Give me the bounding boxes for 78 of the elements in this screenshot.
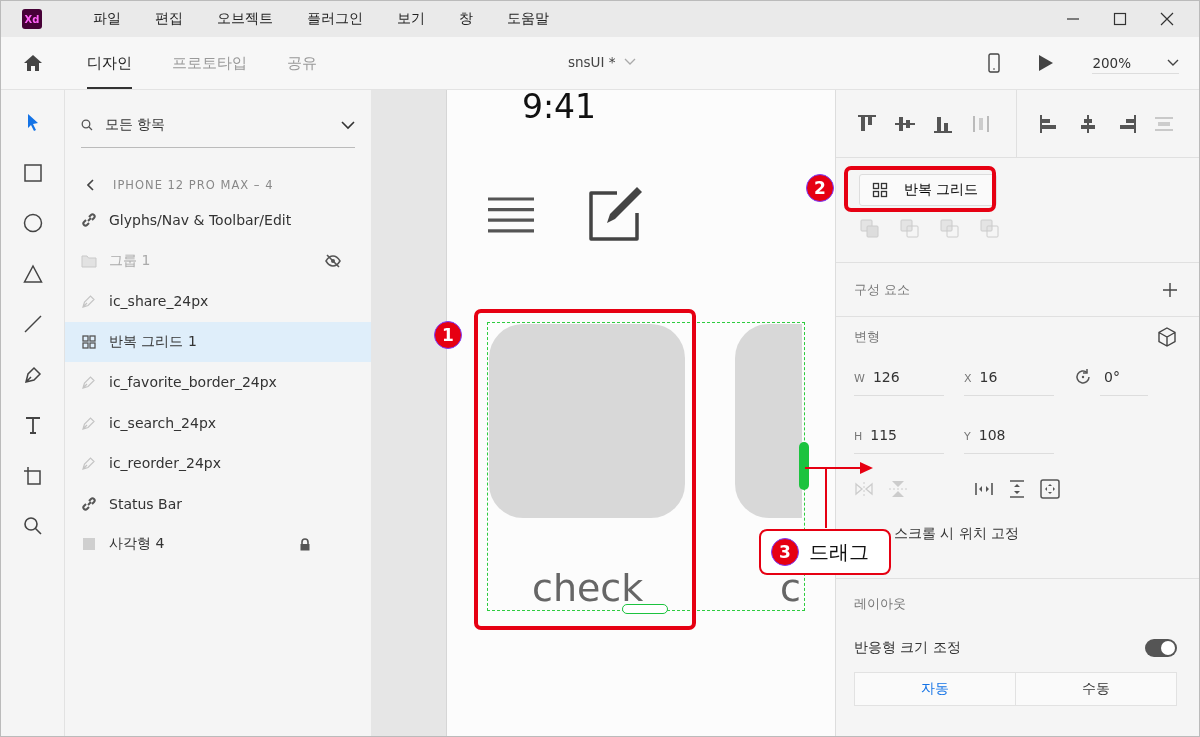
- grid-icon: [81, 333, 97, 350]
- layer-item[interactable]: Glyphs/Nav & Toolbar/Edit: [65, 200, 371, 241]
- width-field[interactable]: W 126: [854, 368, 944, 396]
- play-icon[interactable]: [1038, 54, 1055, 72]
- zoom-tool-icon[interactable]: [22, 516, 43, 536]
- chevron-down-icon: [341, 120, 355, 130]
- menu-item[interactable]: 오브젝트: [200, 10, 290, 28]
- chevron-down-icon: [1167, 58, 1179, 67]
- document-title[interactable]: snsUI *: [568, 54, 616, 70]
- link-icon: [81, 212, 97, 229]
- rect-tool-icon[interactable]: [22, 162, 43, 183]
- search-field[interactable]: 모든 항목: [81, 103, 355, 148]
- callout-text: 드래그: [809, 539, 869, 566]
- menu-item[interactable]: 파일: [76, 10, 138, 28]
- home-icon[interactable]: [23, 54, 43, 72]
- step-marker: 3: [771, 538, 799, 566]
- layer-item[interactable]: Status Bar: [65, 483, 371, 524]
- menu-item[interactable]: 창: [442, 10, 490, 28]
- checkbox-label: 스크롤 시 위치 고정: [894, 525, 1020, 543]
- search-icon: [81, 119, 93, 131]
- add-icon[interactable]: [1163, 282, 1177, 297]
- toggle-label: 반응형 크기 조정: [854, 639, 961, 657]
- phone-icon[interactable]: [988, 53, 1001, 73]
- status-time: 9:41: [522, 90, 597, 126]
- layer-item[interactable]: ic_reorder_24px: [65, 443, 371, 484]
- app-logo: Xd: [22, 9, 42, 29]
- layer-item[interactable]: ic_favorite_border_24px: [65, 362, 371, 403]
- section-heading: 레이아웃: [854, 596, 906, 611]
- hidden-eye-icon[interactable]: [325, 253, 341, 268]
- layer-item[interactable]: ic_search_24px: [65, 402, 371, 443]
- card-label: check: [532, 565, 644, 612]
- height-field[interactable]: H 115: [854, 426, 944, 454]
- pen-icon: [81, 374, 97, 391]
- segment-button[interactable]: 수동: [1015, 673, 1176, 705]
- section-heading: 변형: [854, 328, 880, 346]
- grid-icon: [872, 182, 888, 198]
- menu-item[interactable]: 도움말: [490, 10, 566, 28]
- align-icon[interactable]: [856, 113, 878, 134]
- pen-icon: [81, 414, 97, 431]
- cube-icon[interactable]: [1157, 327, 1177, 347]
- back-icon[interactable]: [87, 179, 95, 191]
- fit-icon[interactable]: [1040, 479, 1060, 499]
- menu-icon: [487, 197, 535, 233]
- pen-icon: [81, 455, 97, 472]
- rotate-icon: [1074, 368, 1092, 386]
- link-icon: [81, 495, 97, 512]
- menu-item[interactable]: 편집: [138, 10, 200, 28]
- artboard-name: IPHONE 12 PRO MAX – 4: [113, 178, 274, 192]
- square-icon: [81, 536, 97, 553]
- section-heading: 구성 요소: [854, 280, 911, 299]
- ellipse-tool-icon[interactable]: [22, 213, 43, 233]
- x-field[interactable]: X 16: [964, 368, 1054, 396]
- layer-item[interactable]: 반복 그리드 1: [65, 321, 371, 362]
- pen-icon: [81, 293, 97, 310]
- rotation-field[interactable]: 0°: [1100, 368, 1148, 396]
- layer-item[interactable]: ic_share_24px: [65, 281, 371, 322]
- card-label: cl: [780, 565, 802, 612]
- menu-item[interactable]: 보기: [380, 10, 442, 28]
- row-resize-handle[interactable]: [622, 604, 668, 614]
- folder-icon: [81, 252, 97, 269]
- line-tool-icon[interactable]: [22, 314, 43, 334]
- column-resize-handle[interactable]: [799, 442, 809, 490]
- menu-item[interactable]: 플러그인: [290, 10, 380, 28]
- maximize-icon[interactable]: [1113, 12, 1127, 26]
- close-icon[interactable]: [1160, 12, 1174, 26]
- fix-width-icon[interactable]: [974, 481, 994, 497]
- edit-icon: [587, 185, 645, 243]
- fix-height-icon[interactable]: [1008, 479, 1026, 499]
- y-field[interactable]: Y 108: [964, 426, 1054, 454]
- repeat-grid-button[interactable]: 반복 그리드: [859, 174, 998, 206]
- zoom-dropdown[interactable]: 200%: [1092, 52, 1179, 74]
- layer-item[interactable]: 사각형 4: [65, 524, 371, 565]
- triangle-tool-icon[interactable]: [22, 263, 43, 284]
- pen-tool-icon[interactable]: [22, 364, 43, 385]
- toggle-switch[interactable]: [1145, 639, 1177, 657]
- artboard-tool-icon[interactable]: [22, 465, 43, 486]
- segment-button[interactable]: 자동: [855, 673, 1015, 705]
- lock-icon[interactable]: [299, 537, 311, 551]
